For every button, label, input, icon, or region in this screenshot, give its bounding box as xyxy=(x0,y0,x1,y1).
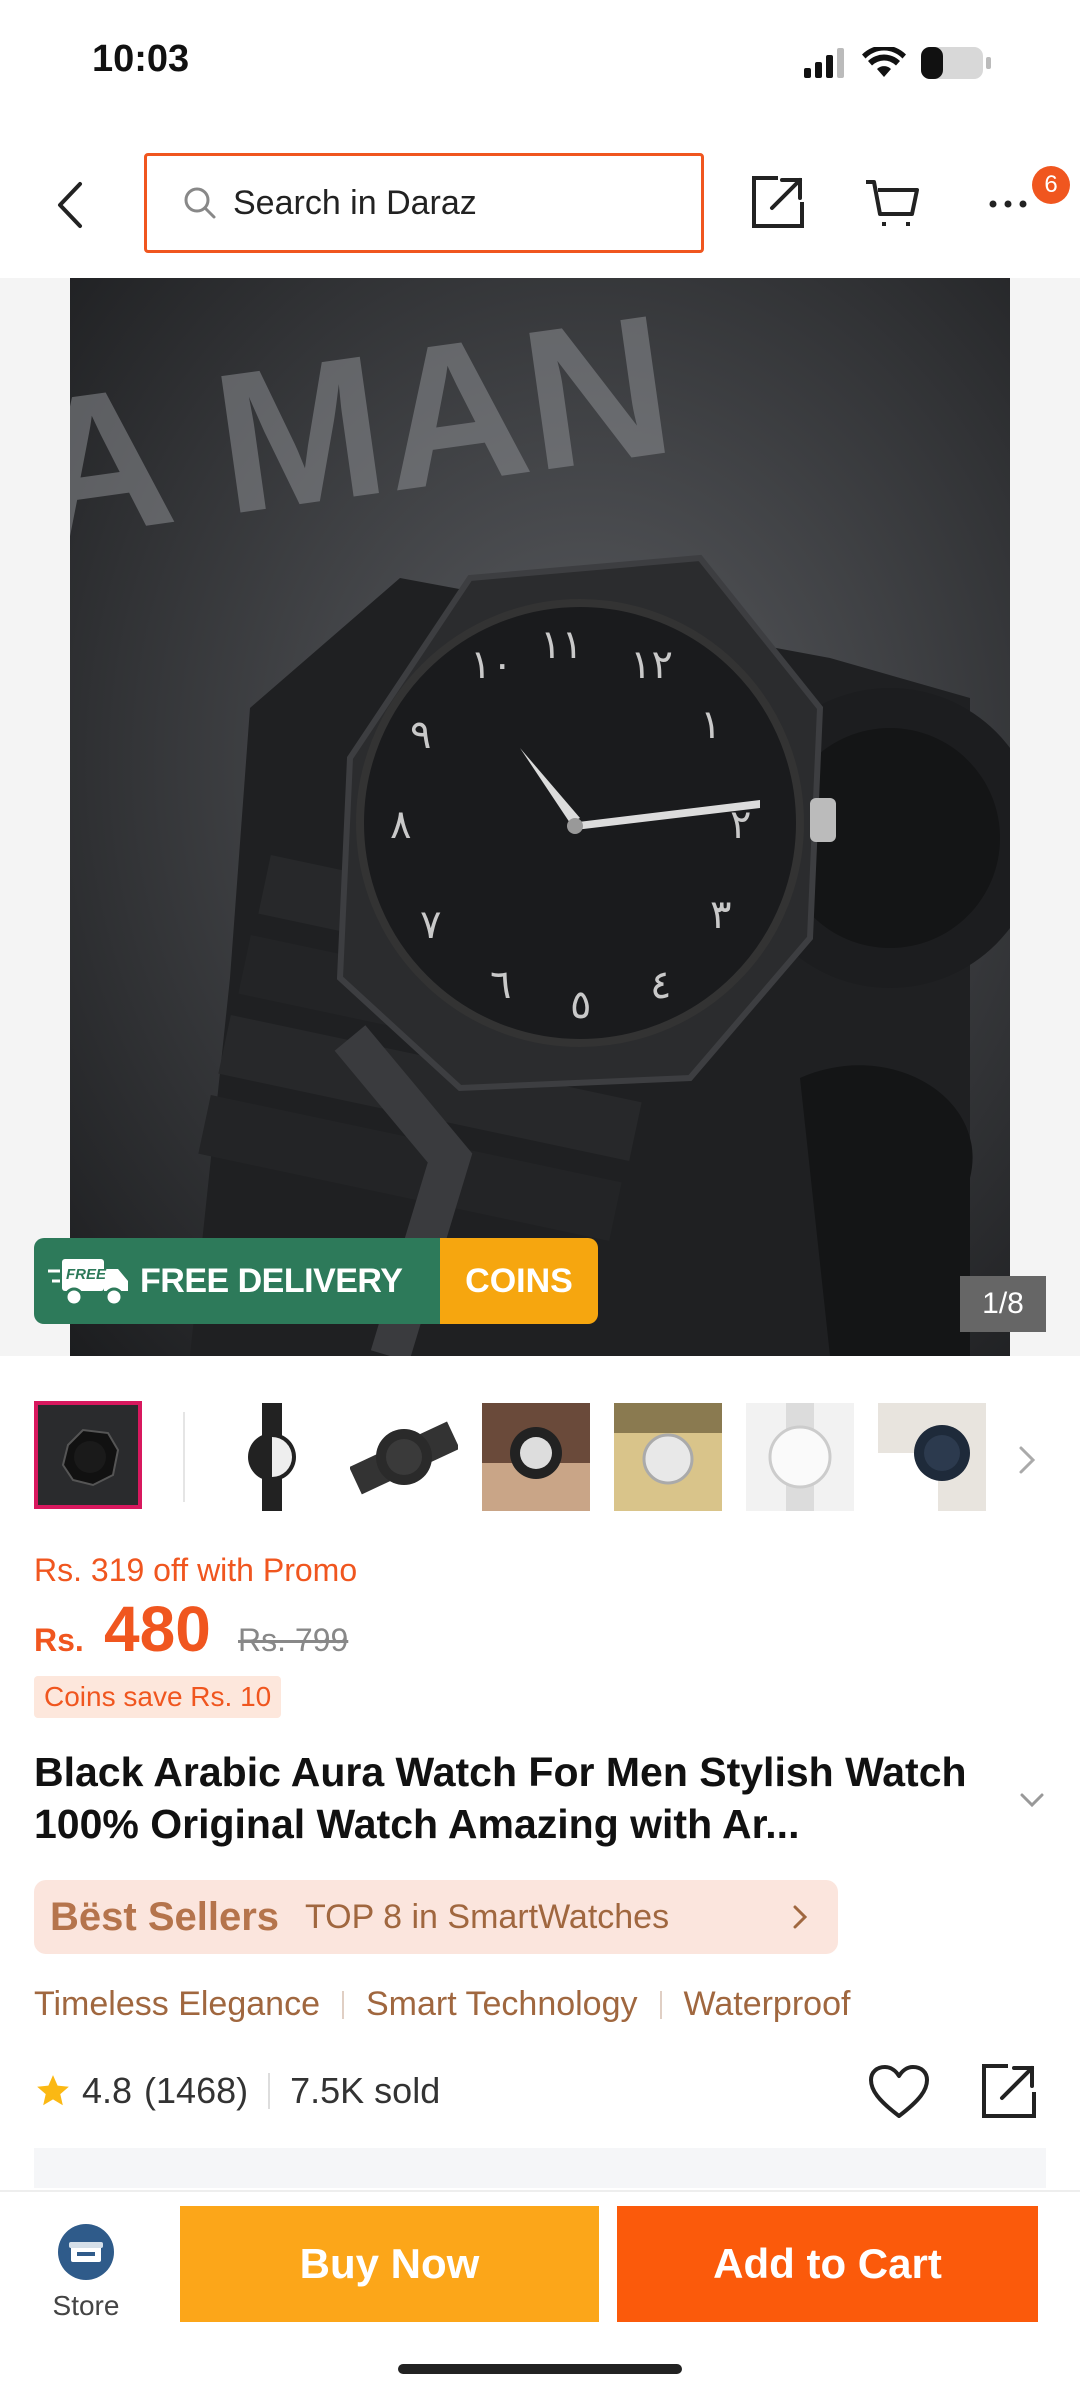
svg-text:٣: ٣ xyxy=(710,892,731,938)
product-feature-tags: Timeless Elegance Smart Technology Water… xyxy=(34,1985,850,2024)
svg-text:٦: ٦ xyxy=(490,962,511,1008)
free-delivery-coins-banner: FREE FREE DELIVERY COINS xyxy=(34,1238,598,1324)
svg-text:١٢: ١٢ xyxy=(630,642,673,688)
tag-timeless-elegance: Timeless Elegance xyxy=(34,1985,320,2023)
svg-text:١: ١ xyxy=(700,702,721,748)
store-icon xyxy=(58,2224,114,2280)
product-title: Black Arabic Aura Watch For Men Stylish … xyxy=(34,1749,967,1847)
add-to-cart-button[interactable]: Add to Cart xyxy=(617,2206,1038,2322)
svg-text:٥: ٥ xyxy=(570,982,591,1028)
promo-discount-text: Rs. 319 off with Promo xyxy=(34,1552,358,1588)
thumbnail-5[interactable] xyxy=(614,1403,722,1511)
search-box[interactable]: Search in Daraz xyxy=(144,153,704,253)
tag-divider xyxy=(341,1990,344,2019)
back-arrow-icon[interactable] xyxy=(50,180,90,230)
cart-icon[interactable] xyxy=(862,172,922,232)
status-time: 10:03 xyxy=(92,38,190,80)
delivery-truck-icon: FREE xyxy=(48,1259,128,1307)
image-counter: 1/8 xyxy=(960,1276,1046,1332)
tag-waterproof: Waterproof xyxy=(683,1985,851,2023)
wishlist-heart-icon[interactable] xyxy=(868,2064,930,2120)
thumbnails-next-icon[interactable] xyxy=(1015,1440,1039,1480)
battery-icon xyxy=(921,47,991,79)
svg-text:١٠: ١٠ xyxy=(470,642,513,688)
price-currency: Rs. xyxy=(34,1622,84,1658)
original-price: Rs. 799 xyxy=(238,1622,349,1658)
chevron-right-icon xyxy=(793,1905,808,1929)
rating-divider xyxy=(268,2073,271,2109)
search-placeholder: Search in Daraz xyxy=(233,183,477,222)
free-badge-text: FREE xyxy=(66,1266,107,1283)
sold-count: 7.5K sold xyxy=(290,2070,441,2111)
thumbnail-4[interactable] xyxy=(482,1403,590,1511)
star-icon xyxy=(37,2075,69,2106)
status-icons xyxy=(802,46,992,80)
coins-label: COINS xyxy=(440,1238,598,1324)
tag-divider xyxy=(659,1990,662,2019)
watch-photo: A MAN ١١ ١٢١ ١٠٩٨ ٧٦ ٥ ٤٣٢ xyxy=(70,278,1010,1356)
thumbnail-3[interactable] xyxy=(350,1403,458,1511)
svg-text:٧: ٧ xyxy=(420,902,441,948)
svg-text:١١: ١١ xyxy=(540,622,583,668)
tag-smart-technology: Smart Technology xyxy=(365,1985,638,2023)
store-button[interactable]: Store xyxy=(46,2224,126,2322)
share-icon[interactable] xyxy=(748,172,808,232)
more-icon[interactable] xyxy=(988,196,1028,212)
svg-text:٤: ٤ xyxy=(650,962,671,1008)
thumbnail-1[interactable] xyxy=(34,1401,142,1509)
buy-now-button[interactable]: Buy Now xyxy=(180,2206,599,2322)
free-delivery-section: FREE FREE DELIVERY xyxy=(34,1238,440,1324)
expand-title-chevron-icon[interactable] xyxy=(1018,1790,1046,1810)
search-icon xyxy=(184,187,216,219)
svg-text:٨: ٨ xyxy=(390,802,411,848)
rating-value: 4.8 xyxy=(82,2070,133,2111)
cart-count-badge: 6 xyxy=(1032,166,1070,204)
thumbnail-7[interactable] xyxy=(878,1403,986,1511)
rating-count: (1468) xyxy=(144,2070,249,2111)
thumbnail-6[interactable] xyxy=(746,1403,854,1511)
share-product-icon[interactable] xyxy=(978,2060,1040,2122)
store-label: Store xyxy=(52,2290,120,2321)
best-sellers-label: Bëst Sellers xyxy=(50,1894,280,1939)
best-sellers-banner[interactable]: Bëst Sellers TOP 8 in SmartWatches xyxy=(34,1880,838,1954)
thumbnail-2[interactable] xyxy=(218,1403,326,1511)
svg-text:٩: ٩ xyxy=(410,712,431,758)
free-delivery-label: FREE DELIVERY xyxy=(140,1261,403,1300)
current-price: 480 xyxy=(104,1593,211,1665)
rating-row[interactable]: 4.8 (1468) 7.5K sold xyxy=(34,2070,440,2112)
wifi-icon xyxy=(862,47,906,77)
product-main-image[interactable]: A MAN ١١ ١٢ ١ ١٠ ٩ ٨ ٧٦٥ ٤٣٢ xyxy=(70,278,1010,1356)
coins-save-tag: Coins save Rs. 10 xyxy=(34,1676,282,1718)
home-indicator[interactable] xyxy=(398,2364,682,2374)
signal-icon xyxy=(804,48,844,78)
next-section-peek xyxy=(34,2148,1046,2188)
thumbnail-separator xyxy=(183,1412,185,1502)
best-sellers-rank: TOP 8 in SmartWatches xyxy=(305,1897,670,1936)
